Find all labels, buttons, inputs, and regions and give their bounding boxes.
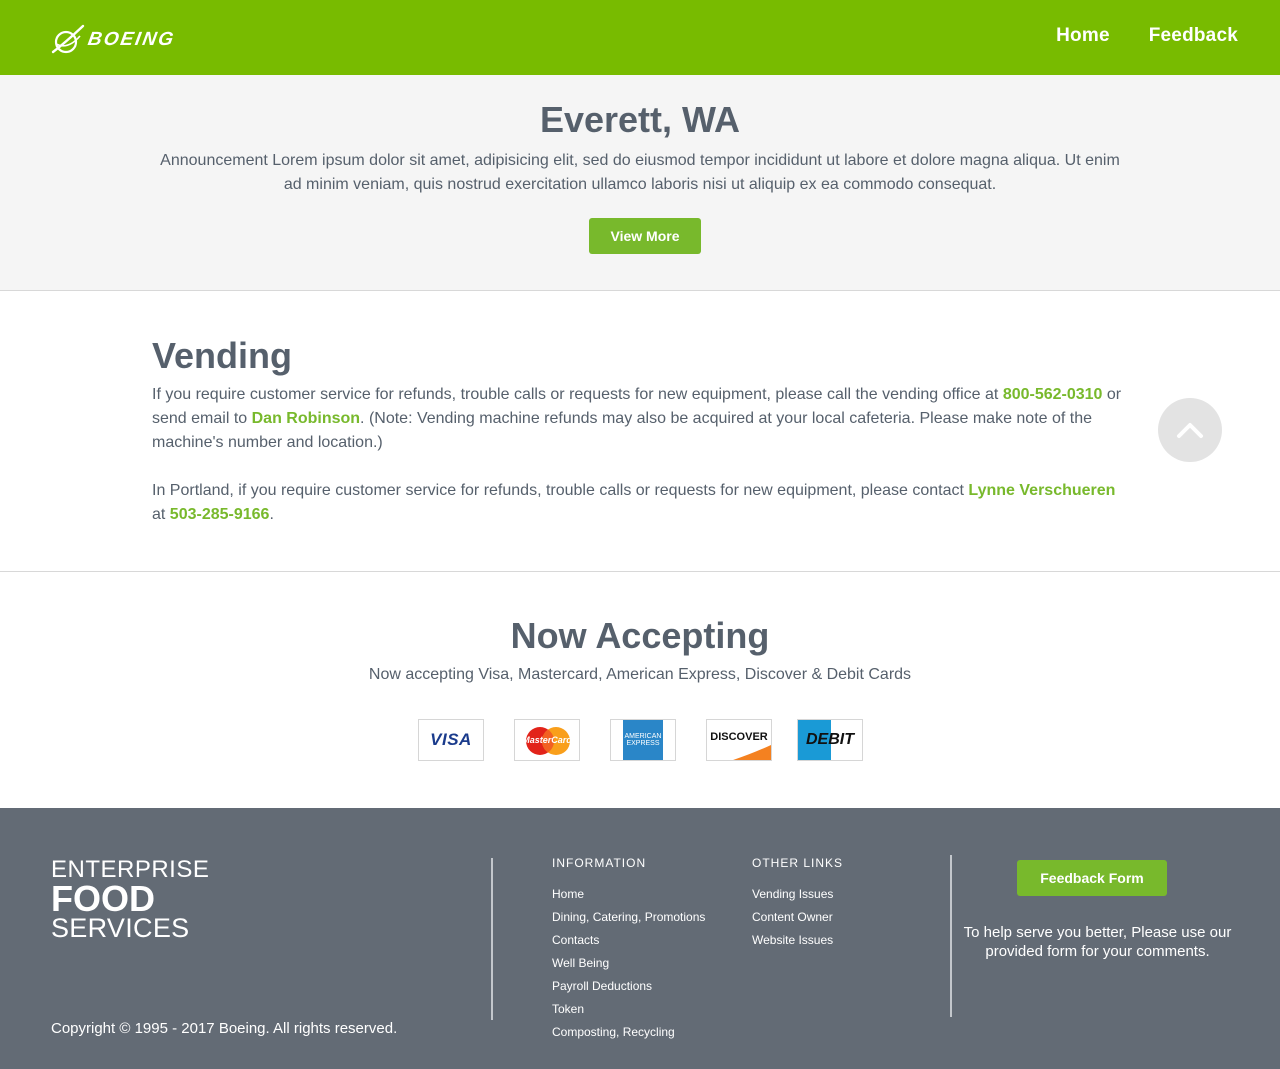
portland-text: at [152,506,170,523]
brand-wordmark: BOEING [86,29,177,50]
amex-card-icon: AMERICAN EXPRESS [610,719,676,761]
mastercard-icon: MasterCard [514,719,580,761]
footer-link-payroll[interactable]: Payroll Deductions [552,975,705,998]
other-links-heading: OTHER LINKS [752,856,844,870]
footer-link-home[interactable]: Home [552,883,705,906]
portland-phone-link[interactable]: 503-285-9166 [170,506,270,523]
copyright-text: Copyright © 1995 - 2017 Boeing. All righ… [51,1020,398,1037]
portland-contact-link[interactable]: Lynne Verschueren [968,482,1115,499]
visa-label: VISA [430,730,472,749]
vending-paragraph: If you require customer service for refu… [152,383,1132,455]
boeing-logo[interactable]: BOEING [50,22,177,58]
footer-link-content-owner[interactable]: Content Owner [752,906,843,929]
debit-card-icon: DEBIT [797,719,863,761]
logo-line-3: SERVICES [51,913,190,943]
information-column: INFORMATION Home Dining, Catering, Promo… [552,856,705,1044]
nav-home-link[interactable]: Home [1056,25,1110,47]
feedback-form-button[interactable]: Feedback Form [1017,860,1167,896]
footer-link-well-being[interactable]: Well Being [552,952,705,975]
footer-link-composting[interactable]: Composting, Recycling [552,1021,705,1044]
now-accepting-title: Now Accepting [510,615,770,656]
amex-box: AMERICAN EXPRESS [623,720,663,760]
footer-link-dining[interactable]: Dining, Catering, Promotions [552,906,705,929]
footer-link-token[interactable]: Token [552,998,705,1021]
vending-phone-link[interactable]: 800-562-0310 [1003,386,1103,403]
amex-label-1: AMERICAN [624,733,662,740]
footer-divider [491,858,493,1020]
footer-link-vending-issues[interactable]: Vending Issues [752,883,843,906]
discover-label: DISCOVER [710,731,768,743]
enterprise-food-services-logo: ENTERPRISE FOOD SERVICES [51,858,209,942]
vending-text: If you require customer service for refu… [152,386,1003,403]
email-contact-link[interactable]: Dan Robinson [252,410,360,427]
portland-text: . [269,506,274,523]
top-nav: Home Feedback [1056,25,1238,47]
now-accepting-text: Now accepting Visa, Mastercard, American… [368,666,912,683]
feedback-help-text: To help serve you better, Please use our… [963,924,1232,960]
scroll-to-top-button[interactable] [1158,398,1222,462]
announcement-section: Everett, WA Announcement Lorem ipsum dol… [0,75,1280,291]
other-links-column: OTHER LINKS Vending Issues Content Owner… [752,856,843,952]
visa-card-icon: VISA [418,719,484,761]
mastercard-label: MasterCard [522,735,572,745]
portland-text: In Portland, if you require customer ser… [152,482,969,499]
footer-link-website-issues[interactable]: Website Issues [752,929,843,952]
logo-line-2: FOOD [51,878,155,919]
payment-section: Now Accepting Now accepting Visa, Master… [0,572,1280,808]
amex-label-2: EXPRESS [626,740,660,747]
view-more-button[interactable]: View More [589,218,701,254]
information-heading: INFORMATION [552,856,647,870]
boeing-globe-icon [51,24,85,54]
header: BOEING Home Feedback [0,0,1280,75]
vending-title: Vending [152,335,293,376]
footer: ENTERPRISE FOOD SERVICES Copyright © 199… [0,808,1280,1069]
nav-feedback-link[interactable]: Feedback [1149,25,1238,47]
footer-link-contacts[interactable]: Contacts [552,929,705,952]
portland-paragraph: In Portland, if you require customer ser… [152,479,1132,527]
footer-divider [950,855,952,1017]
location-title: Everett, WA [539,99,741,140]
vending-section: Vending If you require customer service … [0,291,1280,572]
discover-card-icon: DISCOVER [706,719,772,761]
debit-label: DEBIT [806,731,854,748]
chevron-up-icon [1177,423,1203,438]
announcement-text: Announcement Lorem ipsum dolor sit amet,… [160,152,1120,193]
